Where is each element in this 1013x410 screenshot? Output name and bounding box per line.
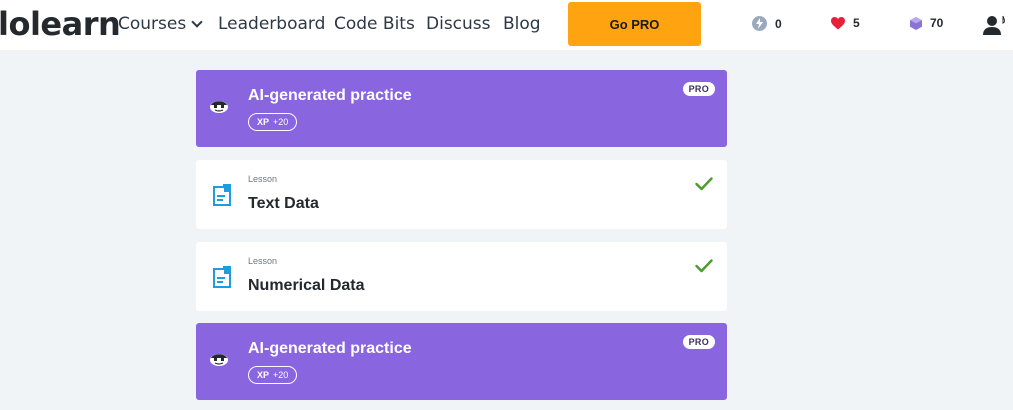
nav-blog[interactable]: Blog xyxy=(503,14,541,34)
nav-discuss[interactable]: Discuss xyxy=(426,14,491,34)
bolt-counter[interactable]: 0 xyxy=(752,16,782,31)
site-logo[interactable]: lolearn xyxy=(0,5,121,43)
hearts-count: 5 xyxy=(853,16,860,30)
lesson-title: Text Data xyxy=(248,195,319,212)
completed-check-icon xyxy=(695,259,713,273)
lesson-title: Numerical Data xyxy=(248,277,365,294)
lesson-document-icon xyxy=(213,266,231,288)
ai-bot-icon xyxy=(210,101,228,113)
ai-bot-icon xyxy=(210,354,228,366)
top-navbar: lolearn Courses Leaderboard Code Bits Di… xyxy=(0,0,1013,50)
user-profile-icon[interactable] xyxy=(983,14,1005,36)
nav-leaderboard[interactable]: Leaderboard xyxy=(218,14,325,34)
bolt-icon xyxy=(752,16,767,31)
completed-check-icon xyxy=(695,177,713,191)
xp-value: +20 xyxy=(273,117,289,127)
xp-badge: XP +20 xyxy=(248,113,298,131)
heart-icon xyxy=(831,16,845,29)
go-pro-button[interactable]: Go PRO xyxy=(568,2,701,46)
pro-badge: PRO xyxy=(682,335,715,349)
hearts-counter[interactable]: 5 xyxy=(831,16,860,30)
nav-courses-label: Courses xyxy=(118,14,187,34)
gems-counter[interactable]: 70 xyxy=(910,16,943,30)
ai-practice-card[interactable]: AI-generated practice XP +20 PRO xyxy=(196,323,727,400)
nav-code-bits[interactable]: Code Bits xyxy=(334,14,415,34)
xp-value: +20 xyxy=(273,370,289,380)
lesson-card[interactable]: Lesson Numerical Data xyxy=(196,242,727,311)
ai-practice-card[interactable]: AI-generated practice XP +20 PRO xyxy=(196,70,727,147)
ai-practice-title: AI-generated practice xyxy=(248,340,412,357)
lesson-card[interactable]: Lesson Text Data xyxy=(196,160,727,229)
bolt-count: 0 xyxy=(775,16,782,31)
lesson-type-label: Lesson xyxy=(248,174,278,184)
gems-count: 70 xyxy=(930,16,944,30)
xp-badge: XP +20 xyxy=(248,366,298,384)
gem-icon xyxy=(910,16,922,30)
lesson-type-label: Lesson xyxy=(248,256,278,266)
lesson-document-icon xyxy=(213,184,231,206)
nav-courses[interactable]: Courses xyxy=(118,14,203,34)
ai-practice-title: AI-generated practice xyxy=(248,87,412,104)
xp-label: XP xyxy=(257,370,270,380)
chevron-down-icon xyxy=(191,16,203,28)
xp-label: XP xyxy=(257,117,270,127)
pro-badge: PRO xyxy=(682,82,715,96)
